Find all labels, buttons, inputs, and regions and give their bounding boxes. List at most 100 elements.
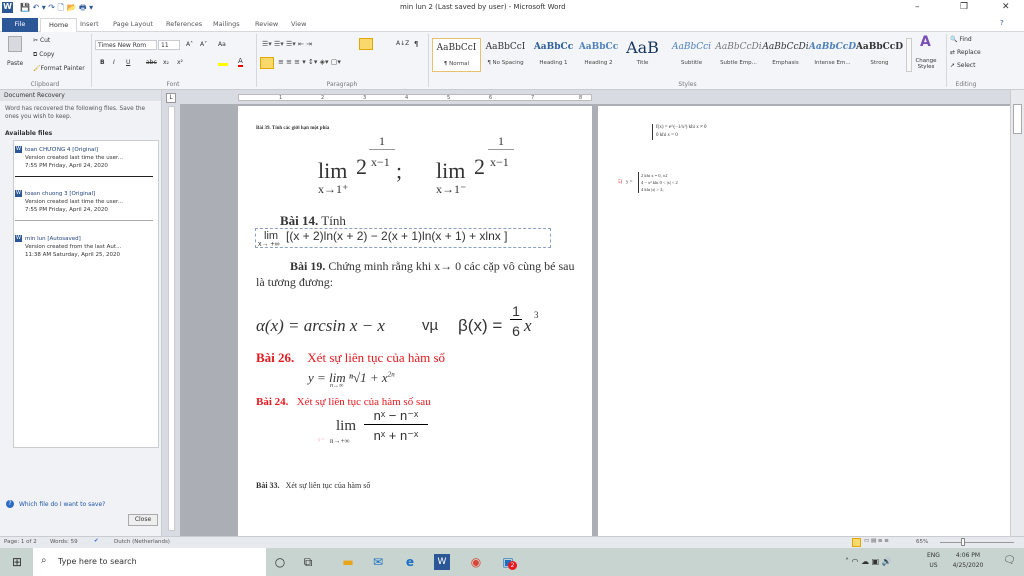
strikethrough-button[interactable]: abc bbox=[146, 59, 157, 66]
window-title: min lun 2 (Last saved by user) - Microso… bbox=[400, 3, 566, 11]
vertical-ruler-strip: L bbox=[162, 90, 180, 536]
clock[interactable]: 4:06 PM 4/25/2020 bbox=[948, 552, 988, 569]
recovered-files-list bbox=[13, 140, 159, 448]
bullets-icon[interactable]: ☰▾ ☰▾ ☰▾ ⇤ ⇥ bbox=[262, 40, 312, 48]
y-label: y = bbox=[626, 180, 633, 185]
scrollbar-thumb[interactable] bbox=[1013, 104, 1022, 134]
edge-icon[interactable]: e bbox=[402, 554, 418, 570]
cortana-icon[interactable]: ○ bbox=[272, 554, 288, 570]
file-item[interactable]: Wtoan CHƯƠNG 4 [Original] Version created… bbox=[15, 146, 153, 177]
close-button[interactable]: ✕ bbox=[1002, 2, 1010, 12]
windows-start-icon[interactable]: ⊞ bbox=[12, 555, 22, 569]
recovery-message: Word has recovered the following files. … bbox=[5, 106, 146, 120]
which-file-help-link[interactable]: Which file do I want to save? bbox=[19, 501, 105, 508]
cut-button[interactable]: ✂ Cut bbox=[33, 37, 50, 44]
piecewise-y: 2 khi x = 0, ±2 4 − x² khi 0 < |x| < 24 k… bbox=[638, 172, 678, 193]
tab-file[interactable]: File bbox=[2, 18, 38, 32]
tab-view[interactable]: View bbox=[283, 18, 314, 32]
system-tray-icons[interactable]: ˄ ◠ ☁ ▣ 🔊 bbox=[845, 557, 892, 566]
page-2[interactable]: f(x) = e^(−1/x²) khi x ≠ 00 khi x = 0 5)… bbox=[598, 106, 1010, 536]
styles-scroll[interactable] bbox=[906, 38, 912, 72]
zoom-slider-thumb[interactable] bbox=[960, 538, 965, 546]
zoom-level[interactable]: 65% bbox=[916, 539, 928, 545]
vertical-scrollbar[interactable] bbox=[1010, 90, 1024, 536]
title-bar: W 💾 ↶ ▾ ↷ 🗋 📂 🖶 ▾ min lun 2 (Last saved … bbox=[0, 0, 1024, 16]
taskbar-search-box[interactable]: ⌕ Type here to search bbox=[33, 548, 266, 576]
align-left-button[interactable] bbox=[260, 57, 274, 69]
font-name-dropdown[interactable]: Times New Rom bbox=[95, 40, 157, 50]
mail-icon[interactable]: ✉ bbox=[370, 554, 386, 570]
tab-mailings[interactable]: Mailings bbox=[205, 18, 248, 32]
print-layout-view-button[interactable] bbox=[852, 538, 861, 547]
input-language[interactable]: ENG US bbox=[927, 552, 940, 569]
style-title[interactable]: AaB Title bbox=[618, 38, 667, 72]
language[interactable]: Dutch (Netherlands) bbox=[114, 539, 170, 545]
horizontal-ruler[interactable]: 12345678 bbox=[238, 94, 592, 101]
page-count[interactable]: Page: 1 of 2 bbox=[4, 539, 37, 545]
file-item[interactable]: Wmin lun [Autosaved] Version created from… bbox=[15, 235, 153, 259]
bold-button[interactable]: B bbox=[100, 59, 105, 66]
show-formatting-button[interactable]: ¶ bbox=[414, 40, 418, 48]
sort-button[interactable]: A↓Z bbox=[396, 40, 409, 47]
zoom-slider[interactable] bbox=[940, 538, 1014, 546]
tab-page-layout[interactable]: Page Layout bbox=[105, 18, 161, 32]
style-heading-2[interactable]: AaBbCc Heading 2 bbox=[574, 38, 623, 72]
tab-insert[interactable]: Insert bbox=[72, 18, 107, 32]
change-case-button[interactable]: Aa bbox=[218, 41, 226, 48]
help-icon[interactable]: ? bbox=[1000, 19, 1004, 27]
replace-button[interactable]: ⇄ Replace bbox=[950, 49, 981, 56]
zalo-icon[interactable]: ▣2 bbox=[500, 554, 517, 570]
file-explorer-icon[interactable]: ▬ bbox=[340, 554, 356, 570]
file-item[interactable]: Wtoasn chuong 3 [Original] Version create… bbox=[15, 190, 153, 221]
word-count[interactable]: Words: 59 bbox=[50, 539, 78, 545]
style-subtitle[interactable]: AaBbCci Subtitle bbox=[667, 38, 716, 72]
tab-review[interactable]: Review bbox=[247, 18, 286, 32]
tab-selector[interactable]: L bbox=[166, 93, 176, 103]
close-button[interactable]: Close bbox=[128, 514, 158, 526]
restore-button[interactable]: ❐ bbox=[960, 2, 968, 12]
format-painter-button[interactable]: 🖌Format Painter bbox=[33, 65, 85, 72]
grow-font-button[interactable]: A˄ bbox=[186, 41, 193, 48]
font-size-dropdown[interactable]: 11 bbox=[158, 40, 180, 50]
paste-icon bbox=[8, 36, 22, 52]
underline-button[interactable]: U bbox=[126, 59, 130, 66]
equation-14-object[interactable]: lim x→ +∞ [(x + 2)ln(x + 2) − 2(x + 1)ln… bbox=[255, 228, 551, 248]
word-taskbar-icon[interactable]: W bbox=[434, 554, 450, 570]
document-area[interactable]: Bài 39. Tính các giới hạn một phía lim 2… bbox=[180, 104, 1010, 536]
style-intense-emphasis[interactable]: AaBbCcD Intense Em... bbox=[808, 38, 857, 72]
style-no-spacing[interactable]: AaBbCcI ¶ No Spacing bbox=[481, 38, 530, 72]
chrome-icon[interactable]: ◉ bbox=[468, 554, 484, 570]
quick-access-toolbar[interactable]: 💾 ↶ ▾ ↷ 🗋 📂 🖶 ▾ bbox=[20, 2, 93, 16]
style-normal[interactable]: AaBbCcI ¶ Normal bbox=[432, 38, 481, 72]
italic-button[interactable]: I bbox=[113, 59, 115, 66]
select-button[interactable]: ➚ Select bbox=[950, 62, 975, 69]
page-1[interactable]: Bài 39. Tính các giới hạn một phía lim 2… bbox=[238, 106, 592, 536]
style-emphasis[interactable]: AaBbCcDi Emphasis bbox=[761, 38, 810, 72]
highlight-icon[interactable] bbox=[218, 58, 228, 66]
subscript-button[interactable]: x₂ bbox=[163, 59, 169, 66]
tab-references[interactable]: References bbox=[158, 18, 210, 32]
shrink-font-button[interactable]: A˅ bbox=[200, 41, 207, 48]
vertical-ruler[interactable] bbox=[168, 106, 175, 531]
minimize-button[interactable]: – bbox=[915, 2, 920, 12]
style-subtle-emphasis[interactable]: AaBbCcDi Subtle Emp... bbox=[714, 38, 763, 72]
piecewise-f: f(x) = e^(−1/x²) khi x ≠ 00 khi x = 0 bbox=[652, 124, 707, 140]
document-recovery-pane: Document Recovery Word has recovered the… bbox=[0, 90, 162, 536]
copy-button[interactable]: ⧉ Copy bbox=[33, 51, 54, 59]
paste-button[interactable]: Paste bbox=[7, 60, 23, 67]
font-color-button[interactable]: A bbox=[238, 57, 243, 67]
view-buttons[interactable]: ▭ ▤ ≡ ≡ bbox=[864, 538, 889, 544]
word-doc-icon: W bbox=[15, 235, 22, 242]
find-button[interactable]: 🔍 Find bbox=[950, 36, 972, 43]
superscript-button[interactable]: x² bbox=[177, 59, 183, 66]
bai33-heading: Bài 33. Xét sự liên tục của hàm số bbox=[256, 481, 371, 490]
alignment-icons[interactable]: ≡ ≡ ≡ ▾ ↕▾ ◈▾ ▢▾ bbox=[278, 58, 341, 66]
style-strong[interactable]: AaBbCcD Strong bbox=[855, 38, 904, 72]
task-view-icon[interactable]: ⧉ bbox=[300, 554, 316, 570]
binoculars-icon: 🔍 bbox=[950, 36, 958, 43]
ltr-button[interactable] bbox=[359, 38, 373, 50]
change-styles-button[interactable]: Change Styles bbox=[913, 58, 939, 70]
style-heading-1[interactable]: AaBbCc Heading 1 bbox=[529, 38, 578, 72]
proofing-icon[interactable]: ✔ bbox=[94, 538, 99, 544]
notifications-icon[interactable]: 🗨 bbox=[1003, 555, 1016, 566]
